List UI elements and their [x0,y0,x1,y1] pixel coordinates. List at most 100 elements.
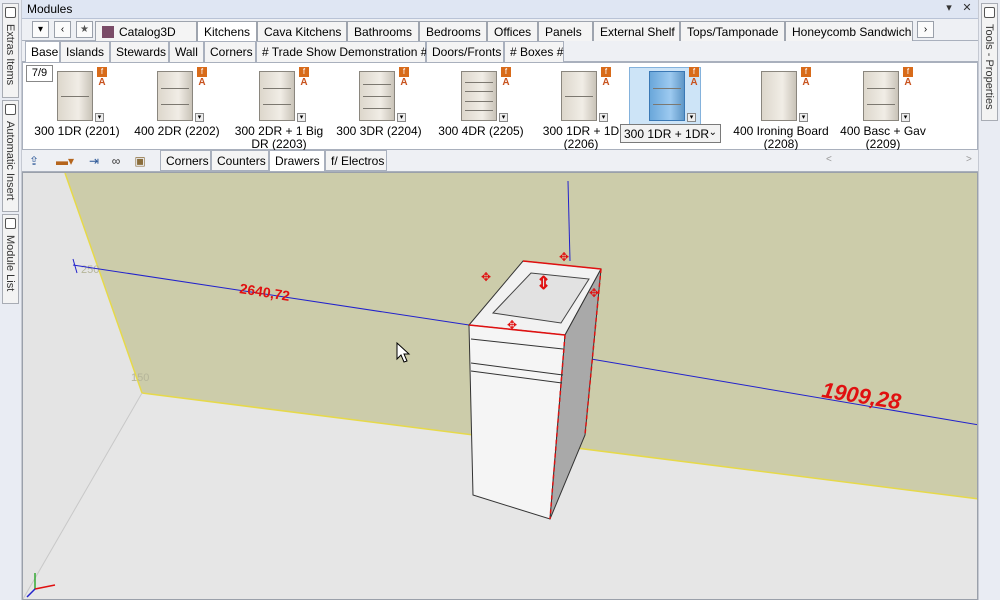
tab-bedrooms[interactable]: Bedrooms [419,21,487,41]
info-mini-icon[interactable]: ▾ [499,113,508,122]
tab-cava-kitchens[interactable]: Cava Kitchens [257,21,347,41]
module-badge-icon: fA [399,67,409,88]
automatic-insert-icon [5,104,16,115]
tools-properties-tab[interactable]: Tools - Properties [981,3,998,121]
tab-doors-fronts[interactable]: Doors/Fronts [426,41,504,62]
info-mini-icon[interactable]: ▾ [297,113,306,122]
module-badge-icon: fA [97,67,107,88]
automatic-insert-label: Automatic Insert [4,121,16,201]
module-item-label: 400 Ironing Board (2208) [733,124,829,151]
module-item[interactable]: f A ▾ 300 1DR (2201) [27,67,127,151]
window-title: Modules [27,2,73,16]
move-handle-right-icon[interactable]: ✥ [589,286,599,300]
module-item[interactable]: f A ▾ 400 Ironing Board (2208) [731,67,831,151]
resize-vertical-arrow-icon[interactable]: ⇕ [536,273,551,293]
move-handle-top-icon[interactable]: ✥ [559,250,569,264]
tab-tops-tamponade[interactable]: Tops/Tamponade [680,21,785,41]
tab-panels[interactable]: Panels [538,21,593,41]
binoculars-icon[interactable]: ∞ [108,153,124,169]
module-item[interactable]: f A ▾ 300 1DR + 1DR ⌄ [619,67,721,151]
close-button[interactable]: ✕ [960,1,974,15]
module-item-label: 300 4DR (2205) [438,124,524,138]
module-badge-icon: fA [689,67,699,88]
tab-catalog3d[interactable]: Catalog3D [95,21,197,41]
module-list-label: Module List [4,235,16,292]
module-item[interactable]: f A ▾ 400 Basc + Gav (2209) [833,67,933,151]
horizontal-scroller[interactable]: < > [822,154,974,168]
tab-view-drawers[interactable]: Drawers [269,150,325,171]
module-item[interactable]: f A ▾ 300 2DR + 1 Big DR (2203) [229,67,329,151]
module-item[interactable]: f A ▾ 400 2DR (2202) [127,67,227,151]
tab-catalog3d-label: Catalog3D [119,25,176,39]
extras-icon [5,7,16,18]
info-mini-icon[interactable]: ▾ [799,113,808,122]
move-handle-left-icon[interactable]: ✥ [481,270,491,284]
module-item[interactable]: f A ▾ 300 3DR (2204) [329,67,429,151]
tools-icon [984,7,995,18]
module-item-label: 300 3DR (2204) [336,124,422,138]
tab-corners[interactable]: Corners [204,41,256,62]
scroll-right-button[interactable]: › [917,21,934,38]
info-mini-icon[interactable]: ▾ [687,113,696,122]
module-badge-icon: fA [903,67,913,88]
move-handle-front-icon[interactable]: ✥ [507,318,517,332]
insert-arrow-icon[interactable]: ⇥ [86,153,102,169]
module-item[interactable]: f A ▾ 300 4DR (2205) [431,67,531,151]
module-item-label: 300 2DR + 1 Big DR (2203) [234,124,324,151]
tab-boxes[interactable]: # Boxes # [504,41,564,62]
info-mini-icon[interactable]: ▾ [599,113,608,122]
module-badge-icon: fA [197,67,207,88]
favorites-star-icon[interactable]: ★ [76,21,93,38]
scroll-left-arrow-icon[interactable]: < [826,154,832,165]
module-variant-select[interactable]: 300 1DR + 1DR ⌄ [620,124,721,143]
tab-view-corners[interactable]: Corners [160,150,211,171]
module-badge-icon: fA [601,67,611,88]
cabinet-thumbnail [461,71,497,121]
pin-button[interactable]: ▾ [942,1,956,15]
modules-title-bar: Modules ▾ ✕ [22,0,978,19]
module-item-label: 300 1DR + 1D (2206) [542,124,620,151]
module-list-tab[interactable]: Module List [2,214,19,304]
category-tab-bar: ▾ ‹ ★ Catalog3D Kitchens Cava Kitchens B… [22,19,978,42]
extras-items-tab[interactable]: Extras Items [2,3,19,98]
3d-scene[interactable]: 250 150 2640,72 1909,28 ⇕ ✥ ✥ ✥ ✥ [23,173,978,600]
tab-offices[interactable]: Offices [487,21,538,41]
tab-stewards[interactable]: Stewards [110,41,169,62]
tab-view-counters[interactable]: Counters [211,150,269,171]
info-mini-icon[interactable]: ▾ [195,113,204,122]
module-badge-icon: fA [501,67,511,88]
tab-view-electros[interactable]: f/ Electros [325,150,387,171]
cabinet-thumbnail [57,71,93,121]
tab-trade-show[interactable]: # Trade Show Demonstration # [256,41,427,62]
scroll-right-arrow-icon[interactable]: > [966,154,972,165]
info-mini-icon[interactable]: ▾ [397,113,406,122]
cabinet-thumbnail [561,71,597,121]
extras-items-label: Extras Items [4,24,16,86]
module-item[interactable]: f A ▾ 300 1DR + 1D (2206) [531,67,631,151]
lock-icon[interactable]: ▣ [132,153,148,169]
cabinet-thumbnail [157,71,193,121]
info-mini-icon[interactable]: ▾ [95,113,104,122]
tools-properties-label: Tools - Properties [983,24,995,110]
info-mini-icon[interactable]: ▾ [901,113,910,122]
line-style-dropdown-icon[interactable]: ▬▾ [52,153,78,169]
automatic-insert-tab[interactable]: Automatic Insert [2,100,19,212]
3d-viewport[interactable]: 250 150 2640,72 1909,28 ⇕ ✥ ✥ ✥ ✥ [22,172,978,600]
category-dropdown-button[interactable]: ▾ [32,21,49,38]
tab-wall[interactable]: Wall [169,41,204,62]
tab-bathrooms[interactable]: Bathrooms [347,21,419,41]
move-up-icon[interactable]: ⇪ [26,153,42,169]
tab-islands[interactable]: Islands [60,41,110,62]
cabinet-thumbnail [259,71,295,121]
module-badge-icon: fA [299,67,309,88]
tab-kitchens[interactable]: Kitchens [197,21,257,42]
module-badge-icon: fA [801,67,811,88]
tab-base[interactable]: Base [25,41,60,62]
module-item-label: 400 2DR (2202) [134,124,220,138]
tab-honeycomb-sandwich[interactable]: Honeycomb Sandwich [785,21,913,41]
right-side-rail: Tools - Properties [978,0,1000,600]
subcategory-tab-bar: Base Islands Stewards Wall Corners # Tra… [22,41,978,62]
module-item-label: 400 Basc + Gav (2209) [840,124,926,151]
scroll-left-button[interactable]: ‹ [54,21,71,38]
tab-external-shelf[interactable]: External Shelf [593,21,680,41]
